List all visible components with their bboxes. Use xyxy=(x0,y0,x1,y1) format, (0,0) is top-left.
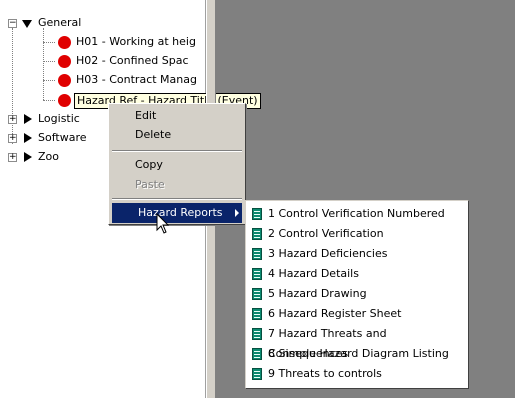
report-item-label: 1 Control Verification Numbered xyxy=(268,207,445,220)
tree-node-label: H03 - Contract Manag xyxy=(76,73,197,86)
report-document-icon xyxy=(252,228,262,240)
tree-node-label: General xyxy=(38,16,82,29)
expand-icon[interactable]: + xyxy=(8,115,17,124)
menu-item-hazard-reports[interactable]: Hazard Reports xyxy=(112,203,242,223)
tree-node-label: Logistic xyxy=(38,112,80,125)
menu-item-paste: Paste xyxy=(135,178,165,191)
report-item-label: 4 Hazard Details xyxy=(268,267,359,280)
triangle-right-icon xyxy=(24,152,32,162)
triangle-right-icon xyxy=(24,114,32,124)
tree-node-label: H01 - Working at heig xyxy=(76,35,196,48)
report-item-label: 2 Control Verification xyxy=(268,227,384,240)
expand-icon[interactable]: + xyxy=(8,153,17,162)
red-circle-icon xyxy=(58,94,71,107)
red-circle-icon xyxy=(58,74,71,87)
report-document-icon xyxy=(252,268,262,280)
menu-item-delete[interactable]: Delete xyxy=(109,125,245,145)
report-item[interactable]: 8 Simple Hazard Diagram Listing xyxy=(246,344,468,364)
context-menu: Edit Delete Copy Paste Hazard Reports xyxy=(108,103,246,225)
triangle-right-icon xyxy=(24,133,32,143)
red-circle-icon xyxy=(58,55,71,68)
menu-item-edit[interactable]: Edit xyxy=(109,106,245,126)
tree-node-hazard[interactable]: H02 - Confined Spac xyxy=(0,53,205,71)
report-item-label: 9 Threats to controls xyxy=(268,367,382,380)
menu-separator xyxy=(112,150,242,152)
report-item[interactable]: 1 Control Verification Numbered xyxy=(246,204,468,224)
tree-node-hazard[interactable]: H01 - Working at heig xyxy=(0,34,205,52)
tree-node-hazard[interactable]: H03 - Contract Manag xyxy=(0,72,205,90)
report-item-label: 3 Hazard Deficiencies xyxy=(268,247,388,260)
report-document-icon xyxy=(252,308,262,320)
report-document-icon xyxy=(252,208,262,220)
report-item[interactable]: 2 Control Verification xyxy=(246,224,468,244)
red-circle-icon xyxy=(58,36,71,49)
report-item[interactable]: 4 Hazard Details xyxy=(246,264,468,284)
report-item[interactable]: 7 Hazard Threats and Consequences xyxy=(246,324,468,360)
menu-separator xyxy=(112,198,242,200)
report-document-icon xyxy=(252,368,262,380)
tree-node-label: Software xyxy=(38,131,87,144)
tree-node-general[interactable]: − General xyxy=(0,15,200,33)
report-item-label: 5 Hazard Drawing xyxy=(268,287,367,300)
expand-icon[interactable]: + xyxy=(8,134,17,143)
report-item[interactable]: 9 Threats to controls xyxy=(246,364,468,384)
report-document-icon xyxy=(252,348,262,360)
hazard-reports-submenu: 1 Control Verification Numbered 2 Contro… xyxy=(245,200,469,389)
menu-item-copy[interactable]: Copy xyxy=(109,155,245,175)
report-item-label: 6 Hazard Register Sheet xyxy=(268,307,402,320)
triangle-down-icon xyxy=(22,20,32,28)
collapse-icon[interactable]: − xyxy=(8,19,17,28)
report-document-icon xyxy=(252,288,262,300)
report-item[interactable]: 3 Hazard Deficiencies xyxy=(246,244,468,264)
report-item[interactable]: 6 Hazard Register Sheet xyxy=(246,304,468,324)
tree-node-label: Zoo xyxy=(38,150,59,163)
submenu-arrow-icon xyxy=(235,209,239,217)
report-item[interactable]: 5 Hazard Drawing xyxy=(246,284,468,304)
tree-node-label: H02 - Confined Spac xyxy=(76,54,189,67)
report-document-icon xyxy=(252,328,262,340)
report-item-label: 8 Simple Hazard Diagram Listing xyxy=(268,347,449,360)
report-document-icon xyxy=(252,248,262,260)
mouse-pointer-icon xyxy=(156,213,170,234)
